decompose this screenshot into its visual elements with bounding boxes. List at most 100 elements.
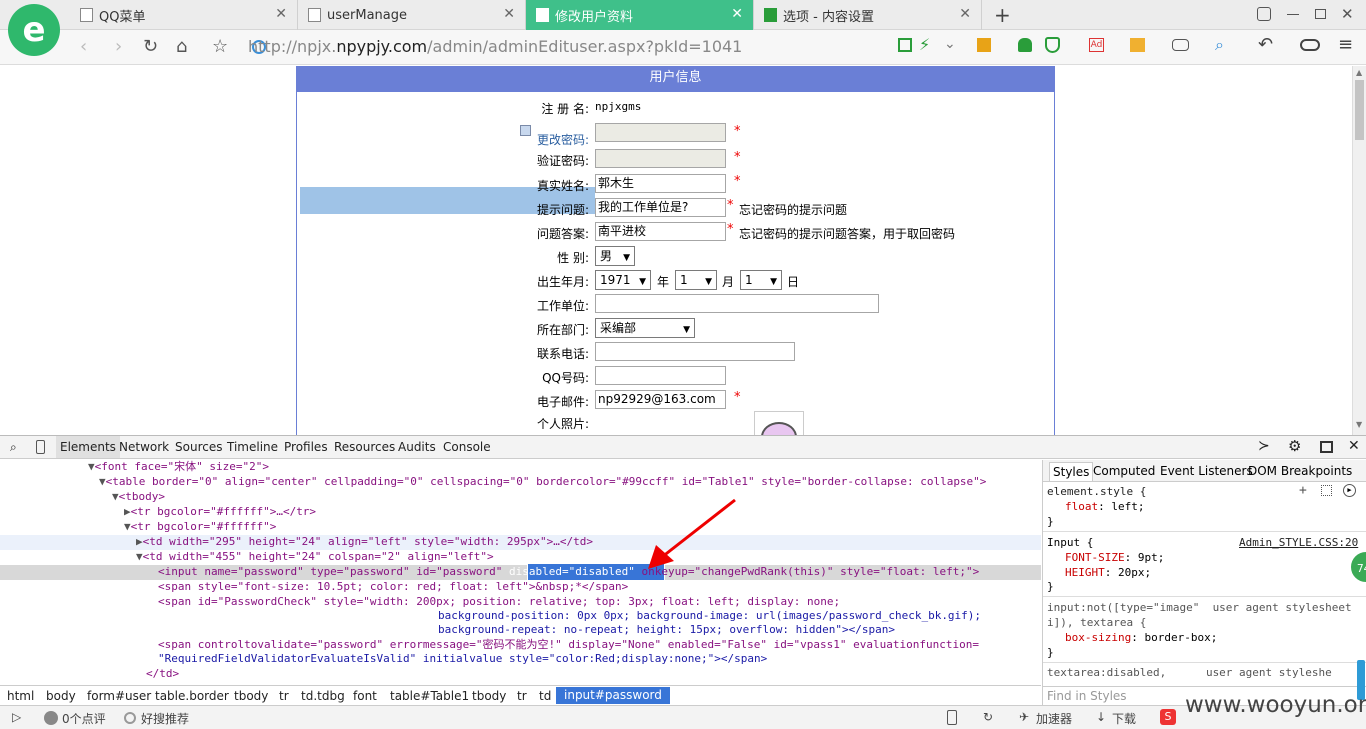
- dom-node-input-password[interactable]: <input name="password" type="password" i…: [158, 565, 979, 579]
- add-rule-icon[interactable]: +: [1299, 483, 1307, 498]
- gift-icon[interactable]: [1130, 38, 1145, 52]
- verify-password-input[interactable]: [595, 149, 726, 168]
- tab-audits[interactable]: Audits: [398, 440, 436, 454]
- birth-year-select[interactable]: 1971 ▼: [595, 270, 651, 290]
- answer-input[interactable]: 南平进校: [595, 222, 726, 241]
- qr-icon[interactable]: [898, 38, 912, 52]
- shield-icon[interactable]: [1045, 37, 1060, 53]
- forward-icon[interactable]: ›: [115, 36, 122, 58]
- reload-icon[interactable]: ↻: [143, 36, 158, 58]
- crumb-input-password[interactable]: input#password: [556, 687, 670, 704]
- back-icon[interactable]: ‹: [80, 36, 87, 58]
- tab-edit-user[interactable]: 修改用户资料 ✕: [526, 0, 754, 30]
- disabled-attribute[interactable]: disabled="disabled": [509, 565, 635, 578]
- page-scrollbar[interactable]: ▲ ▼: [1352, 66, 1366, 435]
- shirt-icon[interactable]: [1257, 7, 1271, 21]
- tab-user-manage[interactable]: userManage ✕: [298, 0, 526, 30]
- scroll-down-icon[interactable]: ▼: [1356, 420, 1362, 429]
- tab-console[interactable]: Console: [443, 440, 491, 454]
- gender-select[interactable]: 男 ▼: [595, 246, 635, 266]
- realname-input[interactable]: 郭木生: [595, 174, 726, 193]
- dept-select[interactable]: 采编部 ▼: [595, 318, 695, 338]
- style-source-link[interactable]: Admin_STYLE.CSS:20: [1239, 535, 1358, 550]
- comments-count[interactable]: 0个点评: [62, 710, 106, 727]
- birth-day-select[interactable]: 1 ▼: [740, 270, 782, 290]
- dom-node[interactable]: <span controltovalidate="password" error…: [158, 638, 979, 652]
- tab-styles[interactable]: Styles: [1049, 462, 1094, 482]
- dom-node[interactable]: ▼<tr bgcolor="#ffffff">: [124, 520, 276, 534]
- restore-icon[interactable]: [1315, 9, 1326, 19]
- crumb-table-border[interactable]: table.border: [155, 689, 229, 703]
- password-input[interactable]: [595, 123, 726, 142]
- close-icon[interactable]: ✕: [275, 6, 287, 22]
- device-icon[interactable]: [36, 440, 45, 454]
- phone-icon[interactable]: [947, 710, 957, 725]
- close-icon[interactable]: ✕: [731, 6, 743, 22]
- accelerator-button[interactable]: 加速器: [1036, 710, 1072, 727]
- crumb-td[interactable]: td: [539, 689, 551, 703]
- undo-icon[interactable]: ↶: [1258, 34, 1273, 55]
- tab-sources[interactable]: Sources: [175, 440, 222, 454]
- tab-profiles[interactable]: Profiles: [284, 440, 328, 454]
- download-button[interactable]: 下载: [1112, 710, 1136, 727]
- tab-options[interactable]: 选项 - 内容设置 ✕: [754, 0, 982, 30]
- dock-icon[interactable]: [1320, 441, 1333, 453]
- tab-timeline[interactable]: Timeline: [227, 440, 278, 454]
- dom-node[interactable]: <span id="PasswordCheck" style="width: 2…: [158, 595, 840, 609]
- crumb-font[interactable]: font: [353, 689, 377, 703]
- inspect-icon[interactable]: ⌕: [10, 440, 17, 455]
- game-icon[interactable]: [1172, 39, 1189, 51]
- question-input[interactable]: 我的工作单位是?: [595, 198, 726, 217]
- email-input[interactable]: np92929@163.com: [595, 390, 726, 409]
- lightning-icon[interactable]: ⚡: [919, 35, 930, 54]
- close-window-icon[interactable]: ✕: [1341, 5, 1354, 23]
- crumb-html[interactable]: html: [7, 689, 34, 703]
- close-icon[interactable]: ✕: [959, 6, 971, 22]
- crumb-table1[interactable]: table#Table1: [390, 689, 469, 703]
- tab-resources[interactable]: Resources: [334, 440, 395, 454]
- bookmark-icon[interactable]: ☆: [212, 36, 228, 58]
- dom-node[interactable]: ▶<td width="295" height="24" align="left…: [136, 535, 593, 549]
- console-drawer-icon[interactable]: ≻: [1258, 438, 1270, 454]
- tab-elements[interactable]: Elements: [56, 436, 120, 458]
- dom-node[interactable]: ▼<td width="455" height="24" colspan="2"…: [136, 550, 494, 564]
- dom-node[interactable]: ▼<tbody>: [112, 490, 165, 504]
- dom-node[interactable]: ▶<tr bgcolor="#ffffff">…</tr>: [124, 505, 316, 519]
- crumb-form[interactable]: form#user: [87, 689, 151, 703]
- extension-icon[interactable]: [977, 38, 991, 52]
- tab-computed[interactable]: Computed: [1093, 464, 1155, 478]
- birth-month-select[interactable]: 1 ▼: [675, 270, 717, 290]
- scroll-up-icon[interactable]: ▲: [1356, 68, 1362, 77]
- address-bar[interactable]: http://npjx.npypjy.com/admin/adminEditus…: [248, 36, 742, 58]
- zoom-icon[interactable]: ⌕: [1215, 35, 1224, 55]
- dom-node[interactable]: ▼<font face="宋体" size="2">: [88, 460, 269, 474]
- cloud-icon[interactable]: [1300, 39, 1320, 51]
- qq-input[interactable]: [595, 366, 726, 385]
- tab-network[interactable]: Network: [119, 440, 169, 454]
- crumb-tbody[interactable]: tbody: [472, 689, 506, 703]
- input-method-icon[interactable]: S: [1160, 709, 1176, 725]
- gear-icon[interactable]: ⚙: [1288, 437, 1301, 455]
- new-tab-button[interactable]: +: [994, 3, 1011, 27]
- chevron-down-icon[interactable]: ⌄: [944, 36, 956, 52]
- menu-icon[interactable]: ≡: [1338, 34, 1353, 55]
- refresh-icon[interactable]: ↻: [983, 710, 993, 724]
- sidebar-toggle-icon[interactable]: ▷: [12, 710, 21, 724]
- browser-logo-icon[interactable]: e: [8, 4, 60, 56]
- crumb-td-tdbg[interactable]: td.tdbg: [301, 689, 345, 703]
- adblock-icon[interactable]: Ad: [1089, 38, 1104, 52]
- dom-node[interactable]: </td>: [146, 667, 179, 681]
- play-icon[interactable]: ▶: [1343, 484, 1356, 497]
- toggle-state-icon[interactable]: [1321, 485, 1332, 496]
- crumb-tr[interactable]: tr: [517, 689, 527, 703]
- crumb-body[interactable]: body: [46, 689, 76, 703]
- close-icon[interactable]: ✕: [1348, 438, 1360, 454]
- close-icon[interactable]: ✕: [503, 6, 515, 22]
- scroll-thumb[interactable]: [1355, 80, 1364, 140]
- dom-node[interactable]: <span style="font-size: 10.5pt; color: r…: [158, 580, 628, 594]
- crumb-tr[interactable]: tr: [279, 689, 289, 703]
- phone-input[interactable]: [595, 342, 795, 361]
- crumb-tbody[interactable]: tbody: [234, 689, 268, 703]
- tab-qq-menu[interactable]: QQ菜单 ✕: [70, 0, 298, 30]
- android-icon[interactable]: [1018, 38, 1032, 52]
